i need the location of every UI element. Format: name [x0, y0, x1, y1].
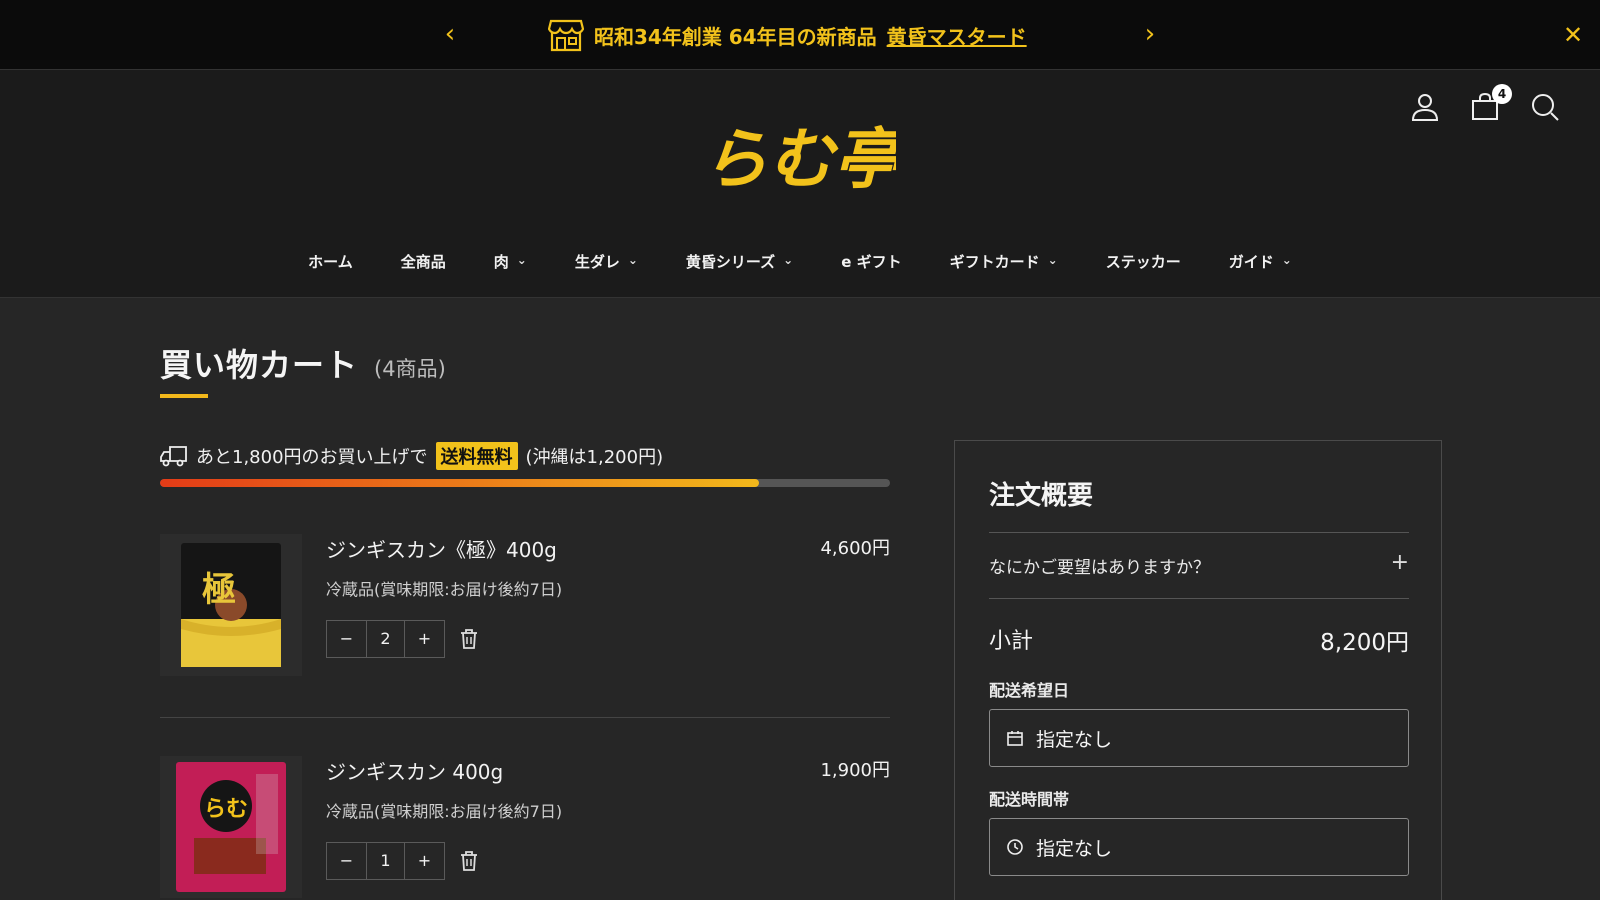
- account-icon[interactable]: [1410, 92, 1440, 122]
- nav-item-label: 黄昏シリーズ: [685, 252, 776, 271]
- announcement-link[interactable]: 黄昏マスタード: [887, 21, 1027, 50]
- nav-item-label: 全商品: [400, 252, 446, 271]
- nav-item-label: 肉: [493, 252, 509, 271]
- quantity-decrease-button[interactable]: −: [327, 621, 366, 657]
- quantity-decrease-button[interactable]: −: [327, 843, 366, 879]
- plus-icon[interactable]: +: [1391, 552, 1409, 578]
- nav-item-label: 生ダレ: [574, 252, 620, 271]
- delivery-time-value: 指定なし: [1036, 837, 1113, 860]
- product-image[interactable]: らむ: [160, 756, 302, 898]
- chevron-down-icon: ⌄: [627, 253, 638, 267]
- shipping-prefix: あと1,800円のお買い上げで: [196, 447, 428, 468]
- close-icon[interactable]: ✕: [1558, 20, 1588, 50]
- quantity-value[interactable]: 2: [366, 621, 405, 657]
- nav-item-label: e ギフト: [841, 252, 902, 271]
- trash-icon[interactable]: [458, 850, 480, 872]
- title-underline: [160, 394, 208, 398]
- shipping-progress-bar: [160, 479, 890, 487]
- chevron-right-icon[interactable]: ›: [1134, 18, 1166, 50]
- shipping-progress-fill: [160, 479, 759, 487]
- order-request-label: なにかご要望はありますか？: [989, 558, 1210, 578]
- product-price: 1,900円: [820, 760, 890, 781]
- quantity-stepper: − 2 +: [326, 620, 445, 658]
- order-request-toggle[interactable]: なにかご要望はありますか？ +: [989, 552, 1409, 579]
- nav-item-label: ギフトカード: [949, 252, 1040, 271]
- truck-icon: [160, 446, 187, 467]
- subtotal-label: 小計: [989, 629, 1034, 654]
- free-shipping-badge: 送料無料: [435, 442, 518, 470]
- product-price: 4,600円: [820, 538, 890, 559]
- product-note: 冷蔵品(賞味期限:お届け後約7日): [326, 580, 563, 599]
- nav-item[interactable]: ステッカー: [1106, 246, 1181, 276]
- announcement-bar: ‹ 昭和34年創業 64年目の新商品 黄昏マスタード › ✕: [0, 0, 1600, 70]
- quantity-stepper: − 1 +: [326, 842, 445, 880]
- svg-text:極: 極: [202, 570, 236, 610]
- search-icon[interactable]: [1530, 92, 1560, 122]
- clock-icon: [1007, 839, 1023, 855]
- product-image[interactable]: 極: [160, 534, 302, 676]
- product-note: 冷蔵品(賞味期限:お届け後約7日): [326, 802, 563, 821]
- svg-text:らむ亭: らむ亭: [706, 120, 896, 198]
- nav-item[interactable]: e ギフト: [841, 246, 901, 276]
- order-summary: 注文概要 なにかご要望はありますか？ + 小計 8,200円 配送希望日 指定な…: [954, 440, 1442, 900]
- nav-item-label: ガイド: [1228, 252, 1274, 271]
- nav-item[interactable]: 生ダレ ⌄: [575, 246, 638, 276]
- summary-divider: [989, 598, 1409, 599]
- quantity-increase-button[interactable]: +: [405, 843, 444, 879]
- cart-item-count: (4商品): [374, 357, 446, 381]
- free-shipping-message: あと1,800円のお買い上げで 送料無料 (沖縄は1,200円): [160, 442, 663, 470]
- delivery-time-label: 配送時間帯: [989, 790, 1070, 809]
- chevron-down-icon: ⌄: [783, 253, 794, 267]
- subtotal-row: 小計 8,200円: [989, 623, 1409, 657]
- calendar-icon: [1007, 731, 1023, 746]
- delivery-time-select[interactable]: 指定なし: [989, 818, 1409, 876]
- announcement-message: 昭和34年創業 64年目の新商品 黄昏マスタード: [548, 18, 1027, 52]
- subtotal-value: 8,200円: [1320, 630, 1409, 656]
- nav-item[interactable]: ホーム: [308, 246, 353, 276]
- summary-title: 注文概要: [989, 481, 1094, 511]
- nav-item[interactable]: 肉 ⌄: [494, 246, 527, 276]
- quantity-value[interactable]: 1: [366, 843, 405, 879]
- nav-item-label: ステッカー: [1105, 252, 1181, 271]
- nav-item[interactable]: ガイド ⌄: [1229, 246, 1292, 276]
- nav-item-label: ホーム: [308, 252, 353, 271]
- main-nav: ホーム 全商品肉 ⌄ 生ダレ ⌄ 黄昏シリーズ ⌄ e ギフト ギフトカード ⌄ ステッカー ガイド ⌄: [0, 246, 1600, 276]
- summary-divider: [989, 532, 1409, 533]
- cart-item: らむ ジンギスカン 400g 1,900円 冷蔵品(賞味期限:お届け後約7日) …: [160, 756, 890, 900]
- chevron-down-icon: ⌄: [516, 253, 527, 267]
- quantity-increase-button[interactable]: +: [405, 621, 444, 657]
- delivery-date-value: 指定なし: [1036, 728, 1113, 751]
- svg-text:らむ: らむ: [204, 796, 248, 822]
- cart-item: 極 ジンギスカン《極》400g 4,600円 冷蔵品(賞味期限:お届け後約7日)…: [160, 534, 890, 684]
- site-logo[interactable]: らむ亭: [706, 110, 896, 206]
- chevron-down-icon: ⌄: [1047, 253, 1058, 267]
- delivery-date-select[interactable]: 指定なし: [989, 709, 1409, 767]
- site-header: らむ亭 4 ホーム 全商品肉 ⌄ 生ダレ ⌄ 黄昏シリーズ ⌄ e ギフト ギフトカード ⌄ ステッ…: [0, 70, 1600, 298]
- item-divider: [160, 717, 890, 718]
- cart-title: 買い物カート: [160, 346, 359, 384]
- nav-item[interactable]: 全商品: [401, 246, 446, 276]
- cart-count-badge: 4: [1492, 84, 1512, 104]
- product-name[interactable]: ジンギスカン 400g: [326, 756, 503, 785]
- product-name[interactable]: ジンギスカン《極》400g: [326, 534, 557, 563]
- chevron-left-icon[interactable]: ‹: [434, 18, 466, 50]
- shipping-suffix: (沖縄は1,200円): [525, 447, 664, 468]
- shop-icon: [548, 19, 584, 52]
- announcement-text: 昭和34年創業 64年目の新商品: [594, 24, 877, 49]
- page-title: 買い物カート (4商品): [160, 340, 446, 386]
- chevron-down-icon: ⌄: [1281, 253, 1292, 267]
- nav-item[interactable]: 黄昏シリーズ ⌄: [686, 246, 793, 276]
- cart-icon[interactable]: 4: [1470, 84, 1512, 122]
- delivery-date-label: 配送希望日: [989, 681, 1070, 700]
- trash-icon[interactable]: [458, 628, 480, 650]
- nav-item[interactable]: ギフトカード ⌄: [950, 246, 1058, 276]
